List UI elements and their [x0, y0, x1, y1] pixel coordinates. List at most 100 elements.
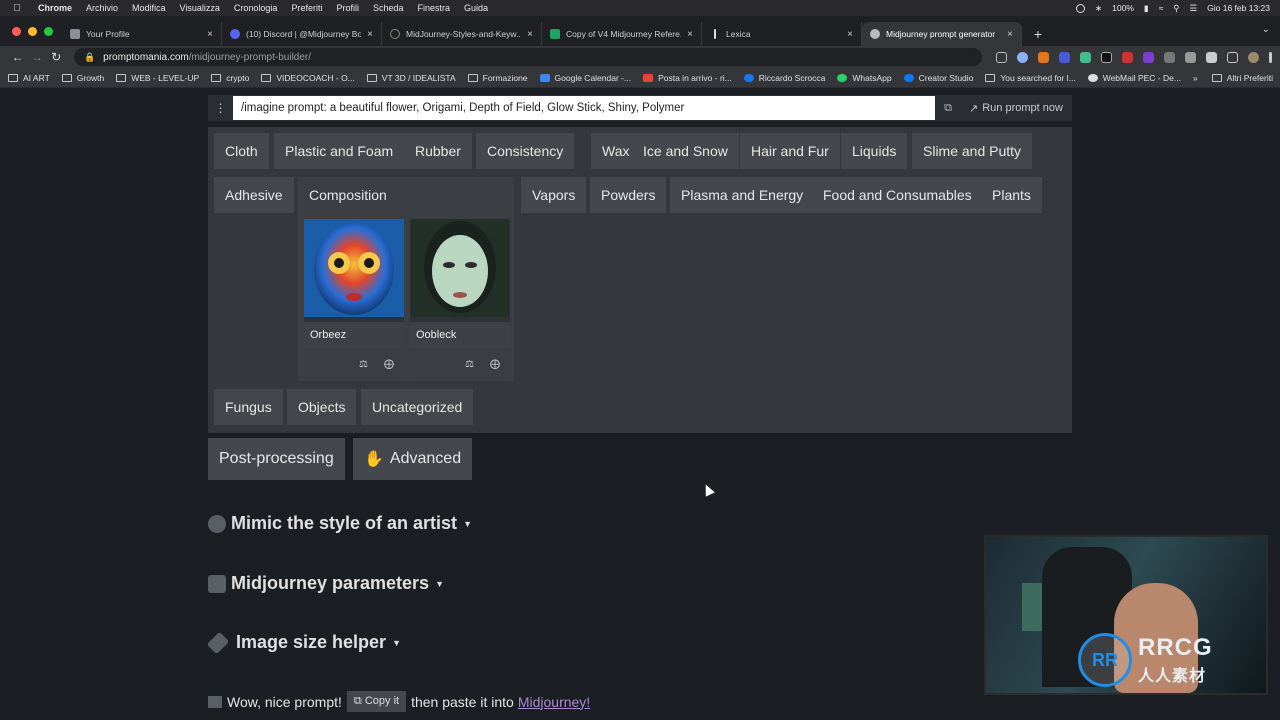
- bookmark-link[interactable]: WhatsApp: [837, 73, 892, 83]
- category-plasma-and-energy[interactable]: Plasma and Energy: [670, 177, 815, 213]
- extension-icon[interactable]: [1059, 51, 1071, 63]
- run-prompt-button[interactable]: ↗ Run prompt now: [961, 102, 1063, 115]
- category-cloth[interactable]: Cloth: [214, 133, 269, 169]
- lab-flask-icon[interactable]: ⚖: [359, 359, 368, 370]
- bookmark-star-icon[interactable]: [1017, 51, 1029, 63]
- bluetooth-icon[interactable]: ∗: [1095, 3, 1102, 14]
- menu-visualizza[interactable]: Visualizza: [180, 3, 220, 13]
- category-ice-and-snow[interactable]: Ice and Snow: [632, 133, 739, 169]
- category-adhesive[interactable]: Adhesive: [214, 177, 294, 213]
- other-bookmarks-folder[interactable]: Altri Preferiti: [1211, 73, 1273, 83]
- midjourney-link[interactable]: Midjourney!: [518, 694, 590, 710]
- menu-finestra[interactable]: Finestra: [418, 3, 451, 13]
- extension-icon[interactable]: [1101, 51, 1113, 63]
- category-fungus[interactable]: Fungus: [214, 389, 283, 425]
- kebab-menu-icon[interactable]: [1269, 51, 1273, 63]
- sidebar-icon[interactable]: [1227, 51, 1239, 63]
- menu-preferiti[interactable]: Preferiti: [291, 3, 322, 13]
- tab-close-icon[interactable]: ×: [687, 29, 693, 40]
- menu-modifica[interactable]: Modifica: [132, 3, 166, 13]
- battery-icon[interactable]: ▮: [1144, 3, 1149, 14]
- share-icon[interactable]: [996, 51, 1008, 63]
- metamask-extension-icon[interactable]: [1038, 51, 1050, 63]
- tab-lexica[interactable]: Lexica ×: [702, 22, 862, 46]
- new-tab-button[interactable]: +: [1026, 22, 1050, 46]
- category-uncategorized[interactable]: Uncategorized: [361, 389, 474, 425]
- record-icon[interactable]: [1076, 3, 1086, 13]
- forward-arrow-icon[interactable]: →: [27, 50, 46, 64]
- clock[interactable]: Gio 16 feb 13:23: [1207, 3, 1270, 13]
- add-circle-icon[interactable]: ⨁: [384, 359, 394, 370]
- reload-icon[interactable]: ↻: [47, 50, 66, 64]
- tab-close-icon[interactable]: ×: [367, 29, 373, 40]
- bookmark-link[interactable]: Google Calendar -...: [539, 73, 631, 83]
- tab-close-icon[interactable]: ×: [527, 29, 533, 40]
- bookmark-link[interactable]: Creator Studio: [903, 73, 973, 83]
- tab-close-icon[interactable]: ×: [207, 29, 213, 40]
- section-parameters[interactable]: Midjourney parameters ▼: [208, 573, 444, 594]
- prompt-input[interactable]: /imagine prompt: a beautiful flower, Ori…: [233, 96, 935, 120]
- menu-cronologia[interactable]: Cronologia: [234, 3, 278, 13]
- card-orbeez[interactable]: Orbeez ⚖ ⨁: [304, 219, 404, 380]
- section-artist[interactable]: Mimic the style of an artist ▼: [208, 513, 472, 534]
- category-liquids[interactable]: Liquids: [841, 133, 908, 169]
- add-circle-icon[interactable]: ⨁: [490, 359, 500, 370]
- tab-github-styles[interactable]: MidJourney-Styles-and-Keyw... ×: [382, 22, 542, 46]
- bookmark-folder[interactable]: WEB - LEVEL-UP: [116, 73, 199, 83]
- tab-close-icon[interactable]: ×: [847, 29, 853, 40]
- extension-icon[interactable]: [1143, 51, 1155, 63]
- card-oobleck[interactable]: Oobleck ⚖ ⨁: [410, 219, 510, 380]
- category-consistency[interactable]: Consistency: [476, 133, 575, 169]
- copy-icon[interactable]: ⧉: [935, 102, 961, 115]
- tab-search-chevron-icon[interactable]: ⌄: [1262, 24, 1270, 35]
- category-slime-and-putty[interactable]: Slime and Putty: [912, 133, 1033, 169]
- extension-icon[interactable]: [1080, 51, 1092, 63]
- category-hair-and-fur[interactable]: Hair and Fur: [740, 133, 840, 169]
- postprocessing-button[interactable]: Post-processing: [208, 438, 345, 480]
- search-icon[interactable]: ⚲: [1173, 3, 1179, 14]
- copy-prompt-button[interactable]: ⧉ Copy it: [346, 691, 407, 712]
- menu-app-name[interactable]: Chrome: [38, 3, 72, 13]
- control-center-icon[interactable]: ☰: [1190, 3, 1198, 14]
- bookmarks-more-button[interactable]: »: [1193, 73, 1198, 83]
- advanced-button[interactable]: ✋ Advanced: [353, 438, 473, 480]
- bookmark-folder[interactable]: VT 3D / IDEALISTA: [366, 73, 456, 83]
- wifi-icon[interactable]: ≈: [1159, 3, 1164, 13]
- bookmark-link[interactable]: WebMail PEC - De...: [1087, 73, 1181, 83]
- bookmark-folder[interactable]: VIDEOCOACH - O...: [261, 73, 355, 83]
- bookmark-folder[interactable]: AI ART: [8, 73, 50, 83]
- tab-midjourney-prompt-generator[interactable]: Midjourney prompt generator ×: [862, 22, 1022, 46]
- category-plastic-and-foam[interactable]: Plastic and Foam: [274, 133, 405, 169]
- extension-icon[interactable]: [1122, 51, 1134, 63]
- lab-flask-icon[interactable]: ⚖: [465, 359, 474, 370]
- bookmark-folder[interactable]: crypto: [211, 73, 249, 83]
- close-window-button[interactable]: [12, 27, 21, 36]
- tab-close-icon[interactable]: ×: [1007, 29, 1013, 40]
- bookmark-link[interactable]: Posta in arrivo - ri...: [643, 73, 732, 83]
- category-rubber[interactable]: Rubber: [404, 133, 472, 169]
- tab-your-profile[interactable]: Your Profile ×: [62, 22, 222, 46]
- tab-discord[interactable]: (10) Discord | @Midjourney Bot ×: [222, 22, 382, 46]
- lock-icon[interactable]: 🔒: [84, 52, 95, 63]
- category-composition[interactable]: Composition: [298, 177, 514, 213]
- tab-sheets[interactable]: Copy of V4 Midjourney Refere... ×: [542, 22, 702, 46]
- address-bar[interactable]: 🔒 promptomania.com/midjourney-prompt-bui…: [73, 48, 983, 66]
- profile-avatar[interactable]: [1248, 51, 1260, 63]
- category-objects[interactable]: Objects: [287, 389, 357, 425]
- bookmark-link[interactable]: You searched for l...: [985, 73, 1076, 83]
- back-arrow-icon[interactable]: ←: [8, 50, 27, 64]
- apple-menu-icon[interactable]: : [10, 3, 24, 14]
- zoom-window-button[interactable]: [44, 27, 53, 36]
- category-plants[interactable]: Plants: [981, 177, 1042, 213]
- category-powders[interactable]: Powders: [590, 177, 667, 213]
- puzzle-extensions-icon[interactable]: [1206, 51, 1218, 63]
- menu-guida[interactable]: Guida: [464, 3, 488, 13]
- kebab-menu-icon[interactable]: ⋮: [208, 101, 233, 115]
- extension-icon[interactable]: [1185, 51, 1197, 63]
- category-vapors[interactable]: Vapors: [521, 177, 587, 213]
- category-food-and-consumables[interactable]: Food and Consumables: [812, 177, 983, 213]
- bookmark-link[interactable]: Riccardo Scrocca: [743, 73, 825, 83]
- section-image-size[interactable]: Image size helper ▼: [206, 631, 401, 654]
- extension-icon[interactable]: [1164, 51, 1176, 63]
- minimize-window-button[interactable]: [28, 27, 37, 36]
